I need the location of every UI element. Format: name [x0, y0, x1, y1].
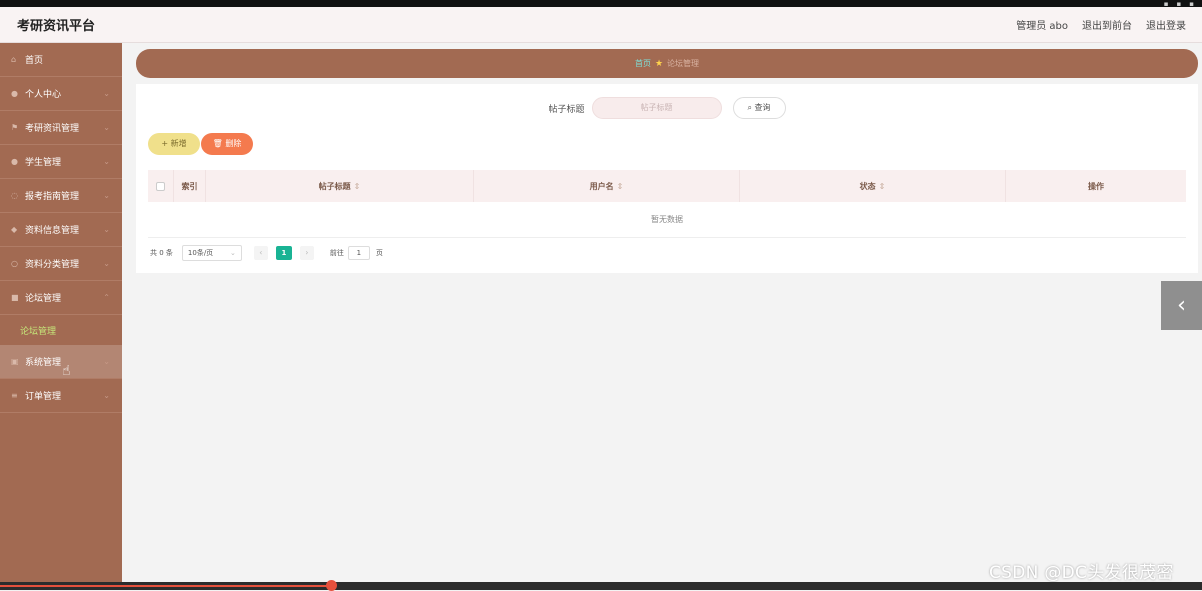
watermark: CSDN @DC头发很茂密: [989, 563, 1174, 583]
sidebar-item-label: 系统管理: [25, 358, 62, 368]
chevron-down-icon: ⌄: [230, 249, 236, 257]
column-label: 帖子标题: [318, 181, 351, 191]
order-icon: ≡: [11, 391, 18, 400]
search-button-label: 查询: [754, 103, 771, 112]
column-header-index: 索引: [174, 170, 206, 202]
sort-icon[interactable]: ⇕: [354, 182, 361, 191]
search-button[interactable]: ⌕ 查询: [732, 97, 786, 119]
sidebar-item-label: 论坛管理: [25, 294, 62, 304]
sidebar-item-material-info[interactable]: ◆ 资料信息管理 ⌄: [0, 213, 122, 247]
sidebar-item-system[interactable]: ▣ 系统管理 ⌄: [0, 345, 122, 379]
hand-cursor-icon: ☝: [62, 363, 71, 379]
sidebar-item-label: 个人中心: [25, 90, 62, 100]
back-to-front-link[interactable]: 退出到前台: [1082, 17, 1132, 32]
current-user: 管理员 abo: [1016, 21, 1068, 32]
sidebar-item-label: 资料信息管理: [25, 226, 80, 236]
chevron-down-icon: ⌄: [103, 357, 110, 366]
video-progress-handle[interactable]: [326, 580, 337, 591]
video-progress-fill: [0, 585, 331, 587]
chevron-down-icon: ⌄: [103, 89, 110, 98]
sidebar-item-label: 资料分类管理: [25, 260, 80, 270]
sidebar-item-material-category[interactable]: ○ 资料分类管理 ⌄: [0, 247, 122, 281]
sidebar-item-students[interactable]: ● 学生管理 ⌄: [0, 145, 122, 179]
add-button[interactable]: + 新增: [148, 133, 200, 155]
sidebar-item-news[interactable]: ⚑ 考研资讯管理 ⌄: [0, 111, 122, 145]
user-icon: ●: [11, 89, 18, 98]
trash-icon: 🗑: [212, 139, 223, 148]
table-header: 索引 帖子标题 ⇕ 用户名 ⇕ 状态 ⇕ 操作: [148, 170, 1186, 202]
sidebar-subitem-forum[interactable]: 论坛管理: [0, 315, 122, 345]
sort-icon[interactable]: ⇕: [617, 182, 624, 191]
sidebar-item-label: 订单管理: [25, 392, 62, 402]
column-header-username[interactable]: 用户名 ⇕: [474, 170, 740, 202]
goto-label: 前往: [329, 249, 344, 257]
breadcrumb-current: 论坛管理: [667, 59, 700, 68]
delete-button-label: 删除: [225, 139, 242, 148]
home-icon: ⌂: [11, 55, 17, 64]
search-input[interactable]: 帖子标题: [591, 97, 722, 119]
total-count: 共 0 条: [150, 249, 173, 257]
data-table: 索引 帖子标题 ⇕ 用户名 ⇕ 状态 ⇕ 操作 暂无数据: [148, 170, 1186, 238]
column-header-title[interactable]: 帖子标题 ⇕: [206, 170, 474, 202]
guide-icon: ◌: [11, 191, 18, 200]
header-actions: 管理员 abo 退出到前台 退出登录: [1016, 17, 1186, 32]
sort-icon[interactable]: ⇕: [879, 182, 886, 191]
sidebar-item-label: 首页: [25, 56, 44, 66]
app-title: 考研资讯平台: [17, 19, 96, 34]
prev-page-button[interactable]: ‹: [253, 246, 268, 260]
chevron-down-icon: ⌄: [103, 391, 110, 400]
chevron-down-icon: ⌄: [103, 157, 110, 166]
column-label: 索引: [181, 181, 198, 191]
sidebar-item-forum[interactable]: ■ 论坛管理 ⌃: [0, 281, 122, 315]
sidebar-item-label: 学生管理: [25, 158, 62, 168]
empty-table-message: 暂无数据: [148, 202, 1186, 238]
goto-page-input[interactable]: 1: [347, 246, 370, 260]
forum-icon: ■: [11, 293, 19, 302]
chevron-down-icon: ⌄: [103, 191, 110, 200]
column-label: 操作: [1088, 181, 1104, 191]
sidebar-item-label: 报考指南管理: [25, 192, 80, 202]
window-controls[interactable]: ▪▪▪: [1100, 0, 1202, 8]
main-panel: 帖子标题 帖子标题 ⌕ 查询 + 新增 🗑 删除 索引 帖子标题 ⇕ 用户名 ⇕ 状: [136, 84, 1198, 273]
page-size-select[interactable]: 10条/页 ⌄: [181, 245, 242, 261]
breadcrumb: 首页 ★ 论坛管理: [136, 49, 1198, 78]
sidebar-item-profile[interactable]: ● 个人中心 ⌄: [0, 77, 122, 111]
app-header: 考研资讯平台 管理员 abo 退出到前台 退出登录: [0, 7, 1202, 43]
page-unit: 页: [375, 249, 383, 257]
column-header-status[interactable]: 状态 ⇕: [740, 170, 1006, 202]
flag-icon: ⚑: [11, 123, 19, 132]
category-icon: ○: [11, 259, 18, 268]
search-label: 帖子标题: [548, 104, 585, 115]
collapse-panel-button[interactable]: ‹: [1161, 281, 1202, 330]
system-icon: ▣: [11, 357, 19, 366]
info-icon: ◆: [11, 225, 18, 234]
column-label: 状态: [859, 181, 876, 191]
breadcrumb-home[interactable]: 首页: [635, 58, 651, 69]
student-icon: ●: [11, 157, 18, 166]
sidebar-item-home[interactable]: ⌂ 首页: [0, 43, 122, 77]
search-row: 帖子标题 帖子标题 ⌕ 查询: [136, 96, 1198, 120]
sidebar-item-label: 考研资讯管理: [25, 124, 80, 134]
delete-button[interactable]: 🗑 删除: [201, 133, 253, 155]
next-page-button[interactable]: ›: [299, 246, 314, 260]
logout-link[interactable]: 退出登录: [1146, 17, 1186, 32]
window-top-bar: [0, 0, 1202, 7]
sidebar-item-orders[interactable]: ≡ 订单管理 ⌄: [0, 379, 122, 413]
column-header-actions: 操作: [1006, 170, 1186, 202]
select-all-cell: [148, 170, 174, 202]
chevron-left-icon: ‹: [1177, 293, 1186, 318]
select-all-checkbox[interactable]: [156, 181, 165, 191]
search-icon: ⌕: [747, 103, 752, 112]
sidebar-item-guide[interactable]: ◌ 报考指南管理 ⌄: [0, 179, 122, 213]
sidebar: ⌂ 首页 ● 个人中心 ⌄ ⚑ 考研资讯管理 ⌄ ● 学生管理 ⌄ ◌ 报考指南…: [0, 43, 122, 590]
chevron-up-icon: ⌃: [103, 293, 110, 302]
page-size-value: 10条/页: [187, 249, 214, 257]
chevron-down-icon: ⌄: [103, 259, 110, 268]
pagination: 共 0 条 10条/页 ⌄ ‹ 1 › 前往 1 页: [150, 245, 383, 261]
star-icon: ★: [654, 58, 664, 69]
chevron-down-icon: ⌄: [103, 225, 110, 234]
chevron-down-icon: ⌄: [103, 123, 110, 132]
column-label: 用户名: [589, 181, 614, 191]
current-page[interactable]: 1: [275, 246, 292, 260]
